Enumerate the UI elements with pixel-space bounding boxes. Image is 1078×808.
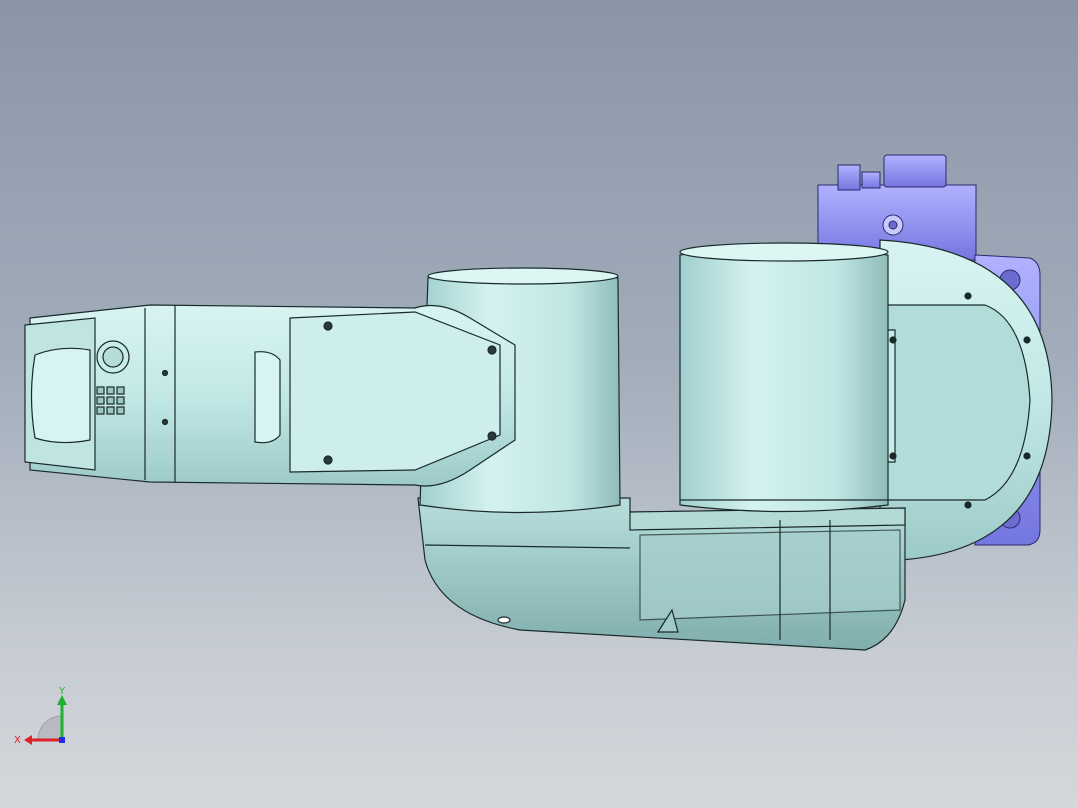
x-axis-label: X — [14, 735, 21, 746]
x-axis-arrow — [24, 735, 32, 745]
cad-viewport[interactable]: Y X — [0, 0, 1078, 808]
connector-ports — [96, 386, 125, 415]
lower-link[interactable] — [417, 497, 906, 651]
y-axis-label: Y — [58, 686, 66, 697]
robot-arm-model[interactable] — [0, 0, 1078, 808]
z-axis-marker — [59, 737, 65, 743]
axis-triad: Y X — [14, 686, 67, 746]
shoulder-cylinder[interactable] — [679, 242, 889, 513]
forearm-link[interactable] — [29, 304, 516, 487]
